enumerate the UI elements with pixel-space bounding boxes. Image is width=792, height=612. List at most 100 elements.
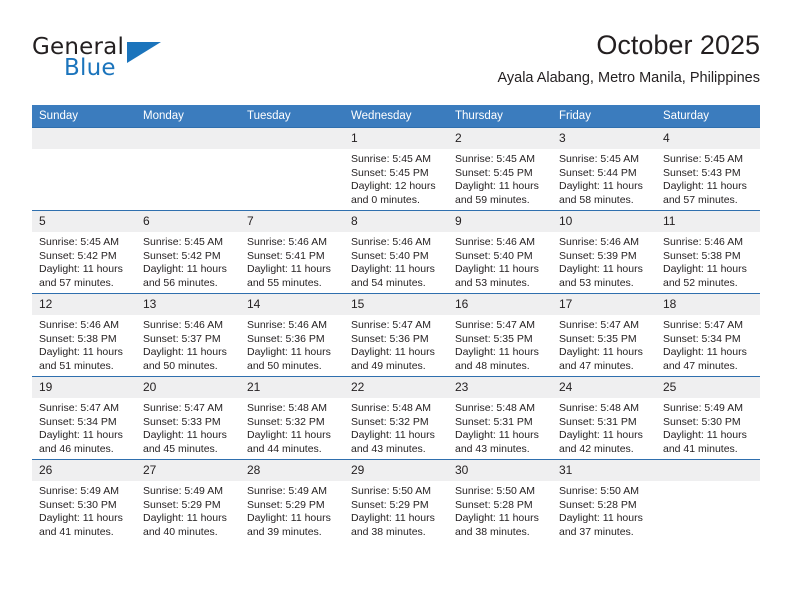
calendar-week-row: 12 Sunrise: 5:46 AM Sunset: 5:38 PM Dayligh… [32, 293, 760, 377]
sunrise-text: Sunrise: 5:45 AM [455, 153, 535, 165]
sunrise-text: Sunrise: 5:46 AM [455, 236, 535, 248]
calendar-day-cell[interactable]: 11 Sunrise: 5:46 AM Sunset: 5:38 PM Dayligh… [656, 210, 760, 294]
sunset-text: Sunset: 5:42 PM [143, 249, 221, 262]
weekday-header-saturday: Saturday [656, 105, 760, 128]
day-number: 16 [448, 294, 552, 315]
daylight-text: Daylight: 11 hours and 49 minutes. [351, 346, 435, 372]
daylight-text: Daylight: 11 hours and 41 minutes. [663, 429, 747, 455]
day-details: Sunrise: 5:48 AM Sunset: 5:31 PM Daylight:… [448, 398, 552, 456]
daylight-text: Daylight: 11 hours and 46 minutes. [39, 429, 123, 455]
day-number: 15 [344, 294, 448, 315]
sunset-text: Sunset: 5:33 PM [143, 415, 221, 428]
sunrise-text: Sunrise: 5:49 AM [247, 485, 327, 497]
sunrise-text: Sunrise: 5:46 AM [663, 236, 743, 248]
calendar-day-cell[interactable]: 22 Sunrise: 5:48 AM Sunset: 5:32 PM Dayligh… [344, 376, 448, 460]
day-details: Sunrise: 5:46 AM Sunset: 5:37 PM Daylight:… [136, 315, 240, 373]
day-number: 21 [240, 377, 344, 398]
calendar-day-cell[interactable]: 19 Sunrise: 5:47 AM Sunset: 5:34 PM Dayligh… [32, 376, 136, 460]
calendar-day-cell[interactable]: 31 Sunrise: 5:50 AM Sunset: 5:28 PM Dayligh… [552, 459, 656, 542]
sunrise-text: Sunrise: 5:46 AM [247, 236, 327, 248]
day-number: 24 [552, 377, 656, 398]
calendar-day-cell[interactable]: 1 Sunrise: 5:45 AM Sunset: 5:45 PM Daylight… [344, 127, 448, 211]
day-details: Sunrise: 5:46 AM Sunset: 5:39 PM Daylight:… [552, 232, 656, 290]
calendar-day-cell[interactable]: 24 Sunrise: 5:48 AM Sunset: 5:31 PM Dayligh… [552, 376, 656, 460]
calendar-day-cell[interactable]: 23 Sunrise: 5:48 AM Sunset: 5:31 PM Dayligh… [448, 376, 552, 460]
calendar-day-cell[interactable]: 16 Sunrise: 5:47 AM Sunset: 5:35 PM Dayligh… [448, 293, 552, 377]
calendar-day-cell[interactable]: 8 Sunrise: 5:46 AM Sunset: 5:40 PM Daylight… [344, 210, 448, 294]
calendar-day-cell[interactable]: 29 Sunrise: 5:50 AM Sunset: 5:29 PM Dayligh… [344, 459, 448, 542]
calendar-day-cell[interactable]: 25 Sunrise: 5:49 AM Sunset: 5:30 PM Dayligh… [656, 376, 760, 460]
calendar-day-cell[interactable]: 3 Sunrise: 5:45 AM Sunset: 5:44 PM Daylight… [552, 127, 656, 211]
calendar-day-cell[interactable]: 14 Sunrise: 5:46 AM Sunset: 5:36 PM Dayligh… [240, 293, 344, 377]
day-details: Sunrise: 5:50 AM Sunset: 5:28 PM Daylight:… [448, 481, 552, 539]
title-block: October 2025 Ayala Alabang, Metro Manila… [497, 28, 760, 88]
logo-triangle-icon [127, 42, 161, 63]
calendar-day-cell[interactable]: 27 Sunrise: 5:49 AM Sunset: 5:29 PM Dayligh… [136, 459, 240, 542]
day-number: 12 [32, 294, 136, 315]
daylight-text: Daylight: 11 hours and 38 minutes. [351, 512, 435, 538]
calendar-day-cell-empty [240, 127, 344, 211]
calendar-day-cell[interactable]: 30 Sunrise: 5:50 AM Sunset: 5:28 PM Dayligh… [448, 459, 552, 542]
day-details: Sunrise: 5:45 AM Sunset: 5:43 PM Daylight:… [656, 149, 760, 207]
sunset-text: Sunset: 5:38 PM [39, 332, 117, 345]
calendar-page: General Blue October 2025 Ayala Alabang,… [0, 0, 792, 612]
calendar-day-cell[interactable]: 28 Sunrise: 5:49 AM Sunset: 5:29 PM Dayligh… [240, 459, 344, 542]
sunrise-text: Sunrise: 5:46 AM [143, 319, 223, 331]
calendar-day-cell[interactable]: 9 Sunrise: 5:46 AM Sunset: 5:40 PM Daylight… [448, 210, 552, 294]
sunrise-text: Sunrise: 5:48 AM [247, 402, 327, 414]
calendar-day-cell[interactable]: 18 Sunrise: 5:47 AM Sunset: 5:34 PM Dayligh… [656, 293, 760, 377]
calendar-day-cell[interactable]: 13 Sunrise: 5:46 AM Sunset: 5:37 PM Dayligh… [136, 293, 240, 377]
calendar-day-cell[interactable]: 20 Sunrise: 5:47 AM Sunset: 5:33 PM Dayligh… [136, 376, 240, 460]
sunrise-text: Sunrise: 5:50 AM [351, 485, 431, 497]
sunrise-text: Sunrise: 5:50 AM [559, 485, 639, 497]
calendar-day-cell[interactable]: 17 Sunrise: 5:47 AM Sunset: 5:35 PM Dayligh… [552, 293, 656, 377]
sunrise-text: Sunrise: 5:45 AM [559, 153, 639, 165]
sunrise-text: Sunrise: 5:45 AM [351, 153, 431, 165]
calendar-day-cell[interactable]: 6 Sunrise: 5:45 AM Sunset: 5:42 PM Daylight… [136, 210, 240, 294]
calendar-day-cell[interactable]: 26 Sunrise: 5:49 AM Sunset: 5:30 PM Dayligh… [32, 459, 136, 542]
calendar-day-cell[interactable]: 4 Sunrise: 5:45 AM Sunset: 5:43 PM Daylight… [656, 127, 760, 211]
daylight-text: Daylight: 11 hours and 47 minutes. [663, 346, 747, 372]
day-number: 18 [656, 294, 760, 315]
daylight-text: Daylight: 11 hours and 43 minutes. [455, 429, 539, 455]
sunset-text: Sunset: 5:34 PM [39, 415, 117, 428]
day-number [32, 128, 136, 149]
sunrise-text: Sunrise: 5:48 AM [351, 402, 431, 414]
day-details: Sunrise: 5:45 AM Sunset: 5:42 PM Daylight:… [136, 232, 240, 290]
day-number: 2 [448, 128, 552, 149]
day-number [656, 460, 760, 481]
day-number: 22 [344, 377, 448, 398]
calendar-day-cell[interactable]: 5 Sunrise: 5:45 AM Sunset: 5:42 PM Daylight… [32, 210, 136, 294]
calendar-day-cell[interactable]: 10 Sunrise: 5:46 AM Sunset: 5:39 PM Dayligh… [552, 210, 656, 294]
daylight-text: Daylight: 11 hours and 50 minutes. [143, 346, 227, 372]
daylight-text: Daylight: 11 hours and 51 minutes. [39, 346, 123, 372]
day-number: 3 [552, 128, 656, 149]
day-number: 11 [656, 211, 760, 232]
daylight-text: Daylight: 11 hours and 38 minutes. [455, 512, 539, 538]
day-number: 14 [240, 294, 344, 315]
day-details: Sunrise: 5:45 AM Sunset: 5:45 PM Daylight:… [448, 149, 552, 207]
page-subtitle: Ayala Alabang, Metro Manila, Philippines [497, 70, 760, 86]
day-details: Sunrise: 5:50 AM Sunset: 5:28 PM Daylight:… [552, 481, 656, 539]
day-details: Sunrise: 5:46 AM Sunset: 5:38 PM Daylight:… [656, 232, 760, 290]
calendar-day-cell[interactable]: 2 Sunrise: 5:45 AM Sunset: 5:45 PM Daylight… [448, 127, 552, 211]
sunrise-text: Sunrise: 5:47 AM [39, 402, 119, 414]
general-blue-logo[interactable]: General Blue [32, 34, 232, 88]
calendar-week-row: 19 Sunrise: 5:47 AM Sunset: 5:34 PM Dayligh… [32, 376, 760, 460]
day-number: 26 [32, 460, 136, 481]
daylight-text: Daylight: 11 hours and 48 minutes. [455, 346, 539, 372]
sunrise-text: Sunrise: 5:47 AM [663, 319, 743, 331]
daylight-text: Daylight: 11 hours and 50 minutes. [247, 346, 331, 372]
page-title: October 2025 [596, 30, 760, 60]
calendar-day-cell[interactable]: 21 Sunrise: 5:48 AM Sunset: 5:32 PM Dayligh… [240, 376, 344, 460]
day-details: Sunrise: 5:47 AM Sunset: 5:33 PM Daylight:… [136, 398, 240, 456]
calendar-day-cell[interactable]: 15 Sunrise: 5:47 AM Sunset: 5:36 PM Dayligh… [344, 293, 448, 377]
daylight-text: Daylight: 11 hours and 47 minutes. [559, 346, 643, 372]
calendar-day-cell[interactable]: 12 Sunrise: 5:46 AM Sunset: 5:38 PM Dayligh… [32, 293, 136, 377]
daylight-text: Daylight: 11 hours and 57 minutes. [663, 180, 747, 206]
calendar-day-cell[interactable]: 7 Sunrise: 5:46 AM Sunset: 5:41 PM Daylight… [240, 210, 344, 294]
day-details: Sunrise: 5:47 AM Sunset: 5:35 PM Daylight:… [552, 315, 656, 373]
weekday-header-monday: Monday [136, 105, 240, 128]
day-details: Sunrise: 5:49 AM Sunset: 5:30 PM Daylight:… [656, 398, 760, 456]
day-details: Sunrise: 5:46 AM Sunset: 5:40 PM Daylight:… [344, 232, 448, 290]
